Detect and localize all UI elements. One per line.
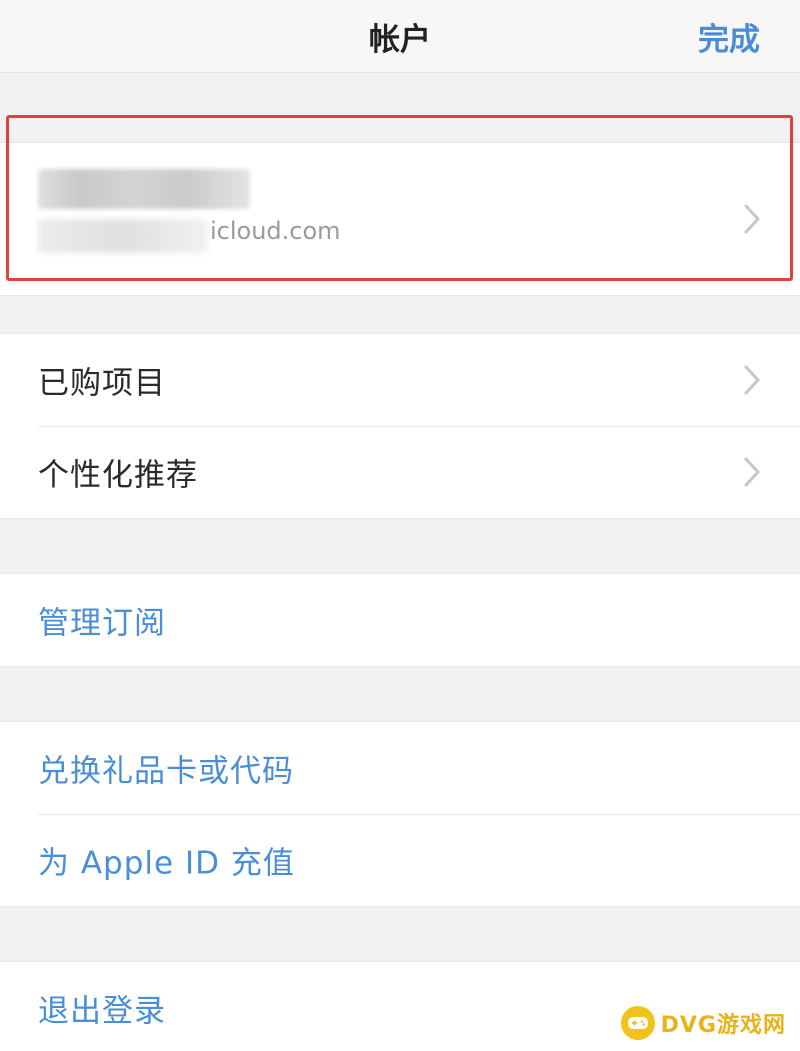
account-row[interactable]: icloud.com — [0, 143, 800, 295]
redeem-gift-card-row[interactable]: 兑换礼品卡或代码 — [0, 722, 800, 814]
redeem-gift-card-link[interactable]: 兑换礼品卡或代码 — [38, 746, 294, 791]
add-funds-row[interactable]: 为 Apple ID 充值 — [0, 814, 800, 906]
watermark: DVG游戏网 — [614, 1001, 792, 1045]
subscriptions-group: 管理订阅 — [0, 573, 800, 667]
redeem-group: 兑换礼品卡或代码 为 Apple ID 充值 — [0, 721, 800, 907]
purchased-items-label: 已购项目 — [38, 365, 166, 402]
account-group: icloud.com — [0, 142, 800, 296]
account-screen: 帐户 完成 icloud.com 已购项目 个性化推荐 管理订阅 兑换礼品卡或代… — [0, 0, 800, 1051]
done-button[interactable]: 完成 — [698, 14, 760, 59]
page-title: 帐户 — [369, 22, 431, 58]
chevron-right-icon — [744, 365, 760, 395]
blurred-account-name — [38, 169, 250, 209]
blurred-account-email — [38, 219, 208, 253]
manage-subscriptions-link[interactable]: 管理订阅 — [38, 598, 166, 643]
account-email: icloud.com — [210, 217, 341, 245]
sign-out-link[interactable]: 退出登录 — [38, 986, 166, 1031]
chevron-right-icon — [744, 204, 760, 234]
add-funds-link[interactable]: 为 Apple ID 充值 — [38, 838, 295, 883]
personalized-recommendations-label: 个性化推荐 — [38, 457, 198, 494]
purchases-group: 已购项目 个性化推荐 — [0, 333, 800, 519]
purchased-items-row[interactable]: 已购项目 — [0, 334, 800, 426]
watermark-text: DVG游戏网 — [660, 1013, 786, 1038]
gamepad-icon — [620, 1006, 655, 1040]
personalized-recommendations-row[interactable]: 个性化推荐 — [0, 426, 800, 518]
navigation-bar: 帐户 完成 — [0, 0, 800, 73]
chevron-right-icon — [744, 457, 760, 487]
manage-subscriptions-row[interactable]: 管理订阅 — [0, 574, 800, 666]
